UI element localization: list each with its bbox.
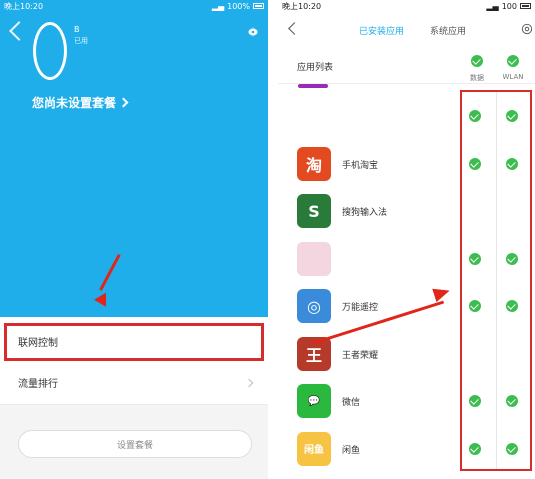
column-divider <box>496 92 497 469</box>
menu-item-label: 联网控制 <box>18 338 58 349</box>
traffic-ranking-item[interactable]: 流量排行 <box>0 361 268 405</box>
status-icons: ▂▄ 100 <box>486 2 531 11</box>
set-plan-link-label: 您尚未设置套餐 <box>32 96 117 110</box>
screenshot-stage: 晚上10:20 ▂▄ 100% B 已用 您尚未设置套餐 联网控制 流量排行 设… <box>0 0 535 479</box>
usage-ring <box>33 22 67 80</box>
usage-panel: 晚上10:20 ▂▄ 100% B 已用 您尚未设置套餐 <box>0 0 268 317</box>
list-title: 应用列表 <box>297 63 334 73</box>
app-icon: 淘 <box>297 146 331 181</box>
column-label: 数据 <box>470 74 484 82</box>
status-bar: 晚上10:20 ▂▄ 100 <box>278 0 535 12</box>
annotation-line <box>99 254 121 291</box>
list-header: 应用列表 数据 WLAN <box>278 48 535 84</box>
traffic-screen: 晚上10:20 ▂▄ 100% B 已用 您尚未设置套餐 联网控制 流量排行 设… <box>0 0 268 479</box>
app-icon: S <box>297 194 331 228</box>
app-icon-partial <box>298 84 328 88</box>
set-plan-button[interactable]: 设置套餐 <box>18 430 252 458</box>
set-plan-link[interactable]: 您尚未设置套餐 <box>32 94 129 111</box>
tab-system-apps[interactable]: 系统应用 <box>430 24 466 37</box>
back-icon[interactable] <box>288 22 301 35</box>
app-name: 搜狗输入法 <box>342 208 388 218</box>
annotation-box <box>460 90 532 471</box>
app-icon <box>297 241 331 276</box>
signal-icon: ▂▄ <box>211 1 225 11</box>
app-icon: 💬 <box>297 384 331 418</box>
chevron-right-icon <box>244 378 254 387</box>
column-data[interactable]: 数据 <box>462 52 492 83</box>
battery-icon <box>520 3 531 9</box>
back-icon[interactable] <box>9 21 29 41</box>
menu-item-label: 流量排行 <box>18 379 58 390</box>
battery-percent: 100 <box>501 1 517 11</box>
app-icon: 闲鱼 <box>297 431 331 466</box>
usage-unit: B <box>74 25 80 34</box>
app-name: 手机淘宝 <box>342 160 379 171</box>
network-control-screen: 晚上10:20 ▂▄ 100 已安装应用 系统应用 应用列表 数据 WLAN 淘… <box>278 0 535 479</box>
column-wlan[interactable]: WLAN <box>498 52 528 81</box>
annotation-arrowhead <box>93 289 113 307</box>
chevron-right-icon <box>118 97 129 108</box>
usage-label: 已用 <box>74 37 88 45</box>
battery-icon <box>253 3 264 9</box>
column-label: WLAN <box>502 73 524 81</box>
network-control-item[interactable]: 联网控制 <box>4 323 264 361</box>
app-name: 微信 <box>342 398 361 408</box>
gear-icon[interactable] <box>246 25 260 39</box>
menu-list: 联网控制 流量排行 <box>0 317 268 405</box>
app-name: 王者荣耀 <box>342 350 379 361</box>
tab-installed-apps[interactable]: 已安装应用 <box>359 24 404 37</box>
settings-icon[interactable] <box>520 22 534 36</box>
app-name: 万能遥控 <box>342 303 379 313</box>
status-time: 晚上10:20 <box>4 1 44 11</box>
signal-icon: ▂▄ <box>486 1 499 11</box>
status-bar: 晚上10:20 ▂▄ 100% <box>0 0 268 12</box>
check-icon <box>471 55 483 67</box>
app-icon: ◎ <box>297 289 331 323</box>
battery-percent: 100% <box>227 1 250 11</box>
check-icon <box>507 55 519 67</box>
status-icons: ▂▄ 100% <box>212 2 264 11</box>
status-time: 晚上10:20 <box>282 1 322 11</box>
app-name: 闲鱼 <box>342 445 361 456</box>
